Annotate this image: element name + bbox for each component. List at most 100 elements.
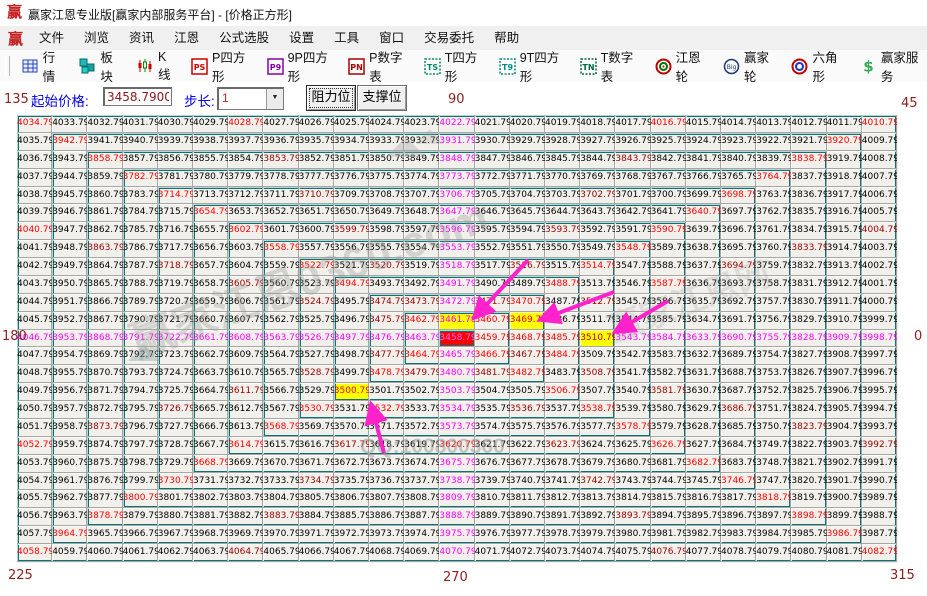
price-cell[interactable]: 3566.79 bbox=[263, 383, 298, 401]
price-cell[interactable]: 3552.79 bbox=[475, 240, 510, 258]
price-cell[interactable]: 4042.79 bbox=[17, 258, 52, 276]
price-cell[interactable]: 3648.79 bbox=[404, 204, 439, 222]
price-cell[interactable]: 3952.79 bbox=[52, 312, 87, 330]
price-cell[interactable]: 3794.79 bbox=[123, 383, 158, 401]
price-cell[interactable]: 3913.79 bbox=[827, 258, 862, 276]
price-cell[interactable]: 3984.79 bbox=[756, 526, 791, 544]
price-cell[interactable]: 3655.79 bbox=[193, 222, 228, 240]
price-cell[interactable]: 3519.79 bbox=[404, 258, 439, 276]
price-cell[interactable]: 3894.79 bbox=[651, 508, 686, 526]
price-cell[interactable]: 3868.79 bbox=[87, 330, 122, 348]
price-cell[interactable]: 3664.79 bbox=[193, 383, 228, 401]
price-cell[interactable]: 3522.79 bbox=[299, 258, 334, 276]
price-cell[interactable]: 3807.79 bbox=[369, 490, 404, 508]
price-cell[interactable]: 3527.79 bbox=[299, 347, 334, 365]
price-cell[interactable]: 3994.79 bbox=[862, 401, 897, 419]
price-cell[interactable]: 3563.79 bbox=[263, 330, 298, 348]
price-cell[interactable]: 4040.79 bbox=[17, 222, 52, 240]
toolbar-button-六角形[interactable]: 六角形 bbox=[785, 45, 847, 87]
price-cell[interactable]: 3588.79 bbox=[651, 258, 686, 276]
price-cell[interactable]: 4025.79 bbox=[334, 115, 369, 133]
price-cell[interactable]: 3602.79 bbox=[228, 222, 263, 240]
price-cell[interactable]: 3751.79 bbox=[756, 401, 791, 419]
price-cell[interactable]: 3608.79 bbox=[228, 330, 263, 348]
price-cell[interactable]: 3724.79 bbox=[158, 365, 193, 383]
price-cell[interactable]: 3465.79 bbox=[439, 347, 474, 365]
price-cell[interactable]: 3909.79 bbox=[827, 330, 862, 348]
price-cell[interactable]: 3679.79 bbox=[580, 455, 615, 473]
price-cell[interactable]: 3745.79 bbox=[686, 473, 721, 491]
toolbar-button-9T四方形[interactable]: T99T四方形 bbox=[493, 45, 568, 87]
price-cell[interactable]: 3918.79 bbox=[827, 169, 862, 187]
price-cell[interactable]: 3860.79 bbox=[87, 187, 122, 205]
price-cell[interactable]: 3512.79 bbox=[580, 294, 615, 312]
price-cell[interactable]: 3850.79 bbox=[369, 151, 404, 169]
price-cell[interactable]: 3630.79 bbox=[686, 383, 721, 401]
price-cell[interactable]: 3717.79 bbox=[158, 240, 193, 258]
price-cell[interactable]: 3472.79 bbox=[439, 294, 474, 312]
price-cell[interactable]: 3693.79 bbox=[721, 276, 756, 294]
price-cell[interactable]: 3520.79 bbox=[369, 258, 404, 276]
toolbar-drag-handle[interactable] bbox=[5, 56, 10, 76]
price-cell[interactable]: 3529.79 bbox=[299, 383, 334, 401]
price-cell[interactable]: 3980.79 bbox=[615, 526, 650, 544]
price-cell[interactable]: 3583.79 bbox=[651, 347, 686, 365]
price-cell[interactable]: 3581.79 bbox=[651, 383, 686, 401]
price-cell[interactable]: 3698.79 bbox=[721, 187, 756, 205]
price-cell[interactable]: 3828.79 bbox=[791, 330, 826, 348]
price-cell[interactable]: 3760.79 bbox=[756, 240, 791, 258]
price-cell[interactable]: 3803.79 bbox=[228, 490, 263, 508]
price-cell[interactable]: 4071.79 bbox=[475, 544, 510, 562]
price-cell[interactable]: 3569.79 bbox=[299, 419, 334, 437]
price-cell[interactable]: 4075.79 bbox=[615, 544, 650, 562]
price-cell[interactable]: 3928.79 bbox=[545, 133, 580, 151]
price-cell[interactable]: 4022.79 bbox=[439, 115, 474, 133]
price-cell[interactable]: 3799.79 bbox=[123, 473, 158, 491]
price-cell[interactable]: 3651.79 bbox=[299, 204, 334, 222]
price-cell[interactable]: 3899.79 bbox=[827, 508, 862, 526]
price-cell[interactable]: 3580.79 bbox=[651, 401, 686, 419]
price-cell[interactable]: 3619.79 bbox=[404, 437, 439, 455]
price-cell[interactable]: 3676.79 bbox=[475, 455, 510, 473]
price-cell[interactable]: 3487.79 bbox=[545, 294, 580, 312]
price-cell[interactable]: 3809.79 bbox=[439, 490, 474, 508]
price-cell[interactable]: 3592.79 bbox=[580, 222, 615, 240]
price-cell[interactable]: 3568.79 bbox=[263, 419, 298, 437]
price-cell[interactable]: 3584.79 bbox=[651, 330, 686, 348]
price-cell[interactable]: 3776.79 bbox=[334, 169, 369, 187]
price-cell[interactable]: 4058.79 bbox=[17, 544, 52, 562]
price-cell[interactable]: 3957.79 bbox=[52, 401, 87, 419]
price-cell[interactable]: 4012.79 bbox=[791, 115, 826, 133]
price-cell[interactable]: 4073.79 bbox=[545, 544, 580, 562]
price-cell[interactable]: 4027.79 bbox=[263, 115, 298, 133]
price-cell[interactable]: 3755.79 bbox=[756, 330, 791, 348]
price-cell[interactable]: 3641.79 bbox=[651, 204, 686, 222]
price-cell[interactable]: 3778.79 bbox=[263, 169, 298, 187]
price-cell[interactable]: 3518.79 bbox=[439, 258, 474, 276]
price-cell[interactable]: 4060.79 bbox=[87, 544, 122, 562]
price-cell[interactable]: 3966.79 bbox=[123, 526, 158, 544]
price-cell[interactable]: 4029.79 bbox=[193, 115, 228, 133]
price-cell[interactable]: 3954.79 bbox=[52, 347, 87, 365]
price-cell[interactable]: 3727.79 bbox=[158, 419, 193, 437]
chevron-down-icon[interactable]: ▼ bbox=[266, 89, 283, 109]
price-cell[interactable]: 3907.79 bbox=[827, 365, 862, 383]
price-cell[interactable]: 4049.79 bbox=[17, 383, 52, 401]
price-cell[interactable]: 3668.79 bbox=[193, 455, 228, 473]
price-cell[interactable]: 3993.79 bbox=[862, 419, 897, 437]
price-cell[interactable]: 3550.79 bbox=[545, 240, 580, 258]
price-cell[interactable]: 3503.79 bbox=[439, 383, 474, 401]
price-cell[interactable]: 3729.79 bbox=[158, 455, 193, 473]
price-cell[interactable]: 3573.79 bbox=[439, 419, 474, 437]
price-cell[interactable]: 3707.79 bbox=[404, 187, 439, 205]
price-cell[interactable]: 3893.79 bbox=[615, 508, 650, 526]
price-cell[interactable]: 4030.79 bbox=[158, 115, 193, 133]
price-cell[interactable]: 3567.79 bbox=[263, 401, 298, 419]
price-cell[interactable]: 3549.79 bbox=[580, 240, 615, 258]
price-cell[interactable]: 3941.79 bbox=[87, 133, 122, 151]
price-cell[interactable]: 3574.79 bbox=[475, 419, 510, 437]
toolbar-button-赢家轮[interactable]: Big赢家轮 bbox=[717, 45, 779, 87]
price-cell[interactable]: 3682.79 bbox=[686, 455, 721, 473]
price-cell[interactable]: 3996.79 bbox=[862, 365, 897, 383]
price-cell[interactable]: 3594.79 bbox=[510, 222, 545, 240]
